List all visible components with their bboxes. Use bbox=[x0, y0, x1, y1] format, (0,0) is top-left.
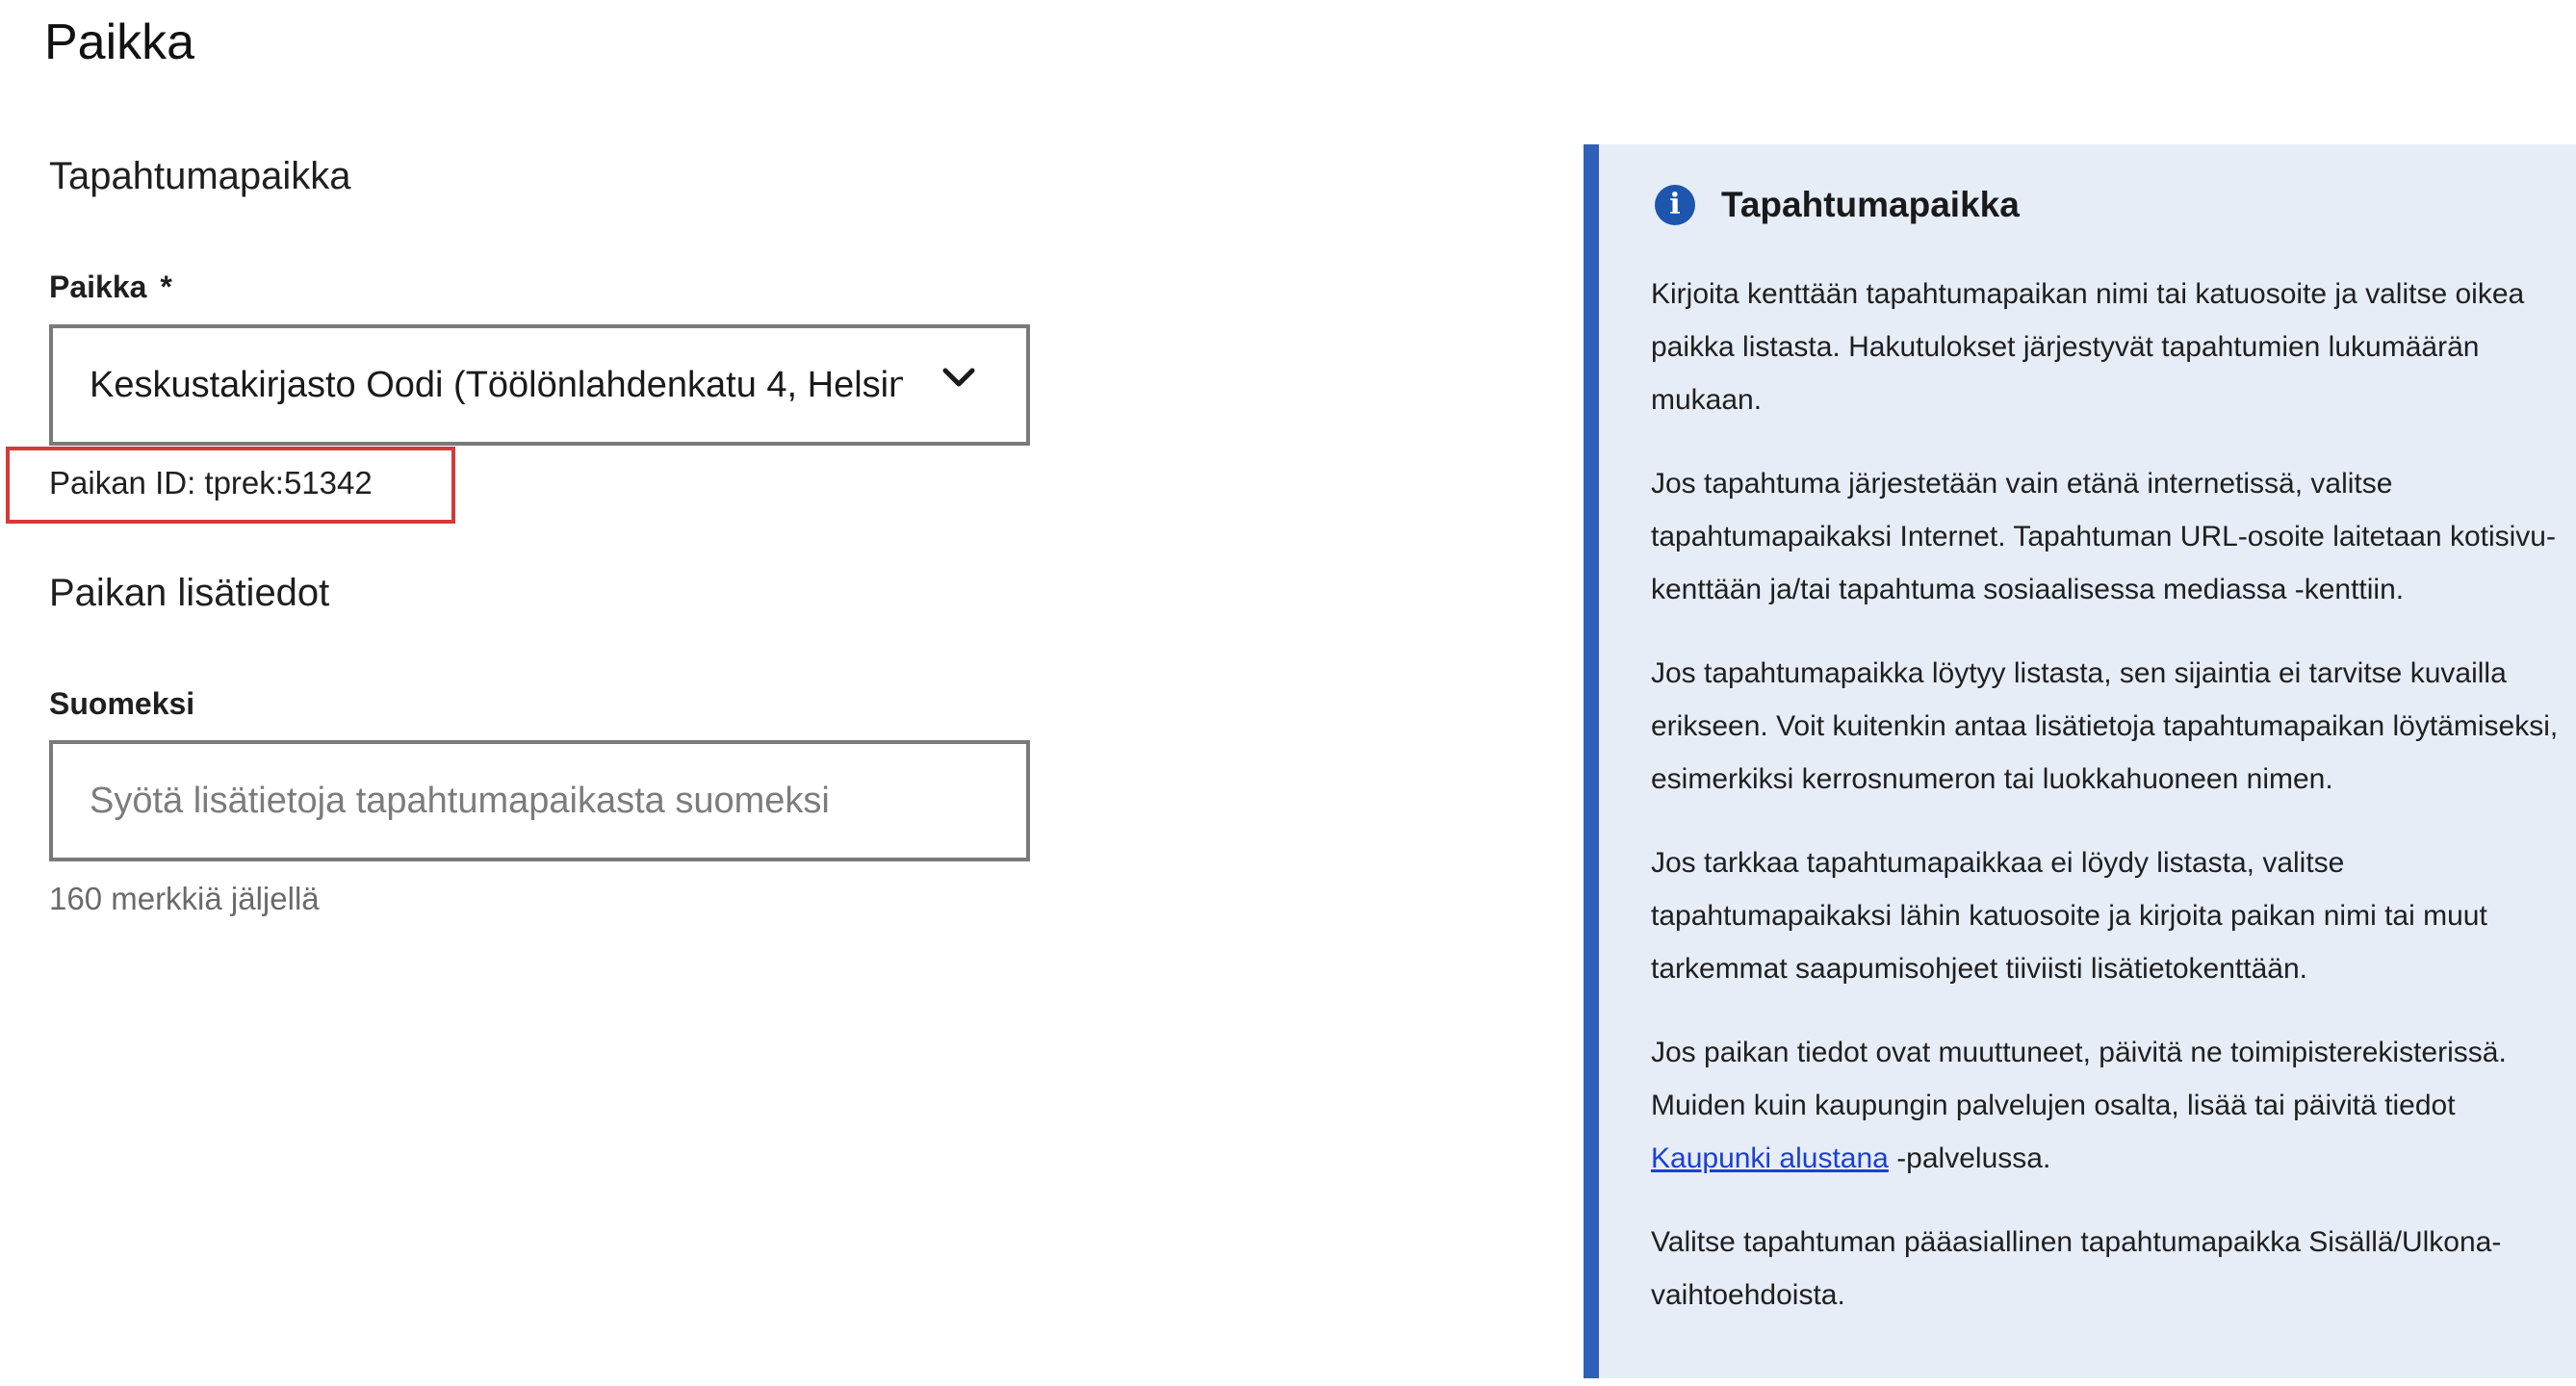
info-panel: i Tapahtumapaikka Kirjoita kenttään tapa… bbox=[1584, 144, 2576, 1378]
place-field-label: Paikka * bbox=[49, 268, 172, 306]
required-marker: * bbox=[160, 270, 172, 304]
char-count: 160 merkkiä jäljellä bbox=[49, 881, 320, 916]
place-label-text: Paikka bbox=[49, 270, 147, 304]
place-select[interactable]: Keskustakirjasto Oodi (Töölönlahdenkatu … bbox=[49, 324, 1030, 446]
page-title: Paikka bbox=[44, 14, 195, 70]
info-text: Jos paikan tiedot ovat muuttuneet, päivi… bbox=[1651, 1037, 2507, 1121]
info-paragraph: Jos tapahtumapaikka löytyy listasta, sen… bbox=[1651, 657, 2559, 795]
extra-info-input-finnish[interactable] bbox=[49, 740, 1030, 861]
section-title-extra-info: Paikan lisätiedot bbox=[49, 572, 330, 614]
section-title-location: Tapahtumapaikka bbox=[49, 155, 351, 197]
info-paragraph: Jos tarkkaa tapahtumapaikkaa ei löydy li… bbox=[1651, 847, 2487, 985]
chevron-down-icon[interactable] bbox=[941, 367, 976, 390]
place-select-value: Keskustakirjasto Oodi (Töölönlahdenkatu … bbox=[90, 364, 903, 405]
info-paragraph: Jos tapahtuma järjestetään vain etänä in… bbox=[1651, 468, 2556, 605]
finnish-field-label: Suomeksi bbox=[49, 686, 195, 721]
kaupunki-alustana-link[interactable]: Kaupunki alustana bbox=[1651, 1142, 1889, 1174]
info-panel-body: Kirjoita kenttään tapahtumapaikan nimi t… bbox=[1651, 268, 2565, 1352]
info-text: -palvelussa. bbox=[1888, 1142, 2051, 1174]
place-id-text: Paikan ID: tprek:51342 bbox=[49, 465, 373, 500]
info-paragraph: Valitse tapahtuman pääasiallinen tapahtu… bbox=[1651, 1226, 2502, 1311]
info-paragraph-registry: Jos paikan tiedot ovat muuttuneet, päivi… bbox=[1651, 1026, 2565, 1185]
info-panel-title: Tapahtumapaikka bbox=[1721, 185, 2020, 224]
info-icon: i bbox=[1655, 185, 1695, 225]
info-paragraph: Kirjoita kenttään tapahtumapaikan nimi t… bbox=[1651, 278, 2525, 416]
